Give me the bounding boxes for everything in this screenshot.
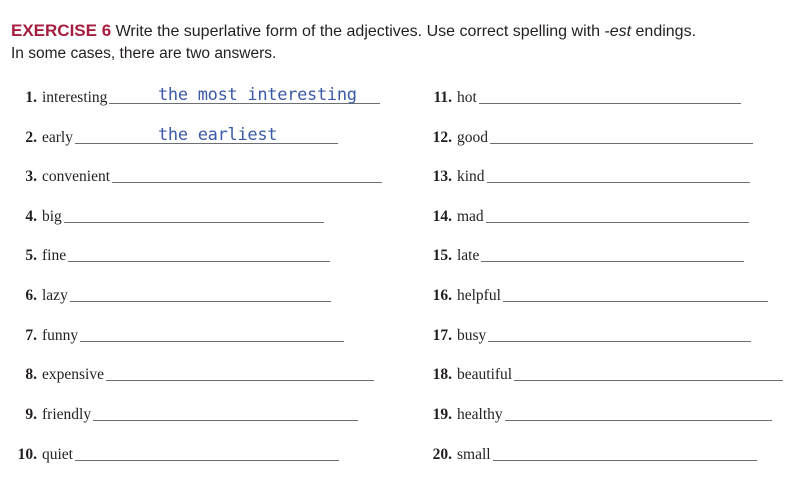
item-number: 2. [25, 129, 37, 146]
exercise-item: 17. busy [425, 323, 751, 345]
exercise-item: 16. helpful [425, 283, 768, 305]
handwritten-answer: the most interesting [158, 85, 357, 105]
item-adjective: convenient [42, 168, 111, 185]
exercise-items: 1. interesting the most interesting 2. early… [0, 0, 806, 482]
item-number: 7. [25, 327, 37, 344]
answer-blank[interactable] [68, 239, 330, 262]
exercise-item: 15. late [425, 243, 744, 265]
item-adjective: lazy [42, 287, 68, 304]
exercise-item: 7. funny [10, 323, 344, 345]
answer-blank[interactable]: the most interesting [109, 81, 380, 105]
item-adjective: big [42, 208, 62, 225]
exercise-item: 18. beautiful [425, 362, 783, 384]
exercise-item: 14. mad [425, 204, 749, 226]
answer-blank[interactable] [105, 358, 374, 381]
item-adjective: expensive [42, 366, 104, 383]
answer-blank[interactable] [488, 319, 751, 342]
exercise-item: 6. lazy [10, 283, 331, 305]
item-number: 6. [25, 287, 37, 304]
answer-blank[interactable] [502, 279, 768, 302]
exercise-item: 10. quiet [10, 442, 339, 464]
item-adjective: fine [42, 247, 67, 264]
item-number: 16. [432, 287, 452, 304]
item-adjective: healthy [457, 406, 503, 423]
answer-blank[interactable] [514, 358, 783, 381]
item-adjective: busy [457, 327, 487, 344]
item-adjective: mad [457, 208, 484, 225]
item-number: 15. [432, 247, 452, 264]
item-number: 13. [432, 168, 452, 185]
item-adjective: small [457, 446, 491, 463]
item-adjective: quiet [42, 446, 73, 463]
exercise-item: 19. healthy [425, 402, 772, 424]
item-adjective: beautiful [457, 366, 513, 383]
item-adjective: funny [42, 327, 79, 344]
item-number: 17. [432, 327, 452, 344]
exercise-item: 11. hot [425, 85, 741, 107]
answer-blank[interactable] [80, 319, 344, 342]
item-number: 4. [25, 208, 37, 225]
item-number: 10. [17, 446, 37, 463]
item-number: 3. [25, 168, 37, 185]
item-number: 8. [25, 366, 37, 383]
exercise-item: 2. early the earliest [10, 125, 338, 147]
item-adjective: hot [457, 89, 477, 106]
item-adjective: kind [457, 168, 485, 185]
answer-blank[interactable] [75, 438, 339, 461]
answer-blank[interactable] [504, 398, 772, 421]
exercise-item: 5. fine [10, 243, 330, 265]
exercise-item: 13. kind [425, 164, 750, 186]
item-adjective: interesting [42, 89, 108, 106]
item-number: 9. [25, 406, 37, 423]
item-number: 18. [432, 366, 452, 383]
item-number: 11. [433, 89, 452, 106]
item-adjective: good [457, 129, 488, 146]
exercise-item: 9. friendly [10, 402, 358, 424]
answer-blank[interactable] [492, 438, 757, 461]
item-number: 19. [432, 406, 452, 423]
exercise-item: 4. big [10, 204, 324, 226]
item-adjective: late [457, 247, 480, 264]
item-number: 12. [432, 129, 452, 146]
answer-blank[interactable]: the earliest [74, 121, 338, 145]
item-number: 1. [25, 89, 37, 106]
exercise-item: 1. interesting the most interesting [10, 85, 380, 107]
answer-blank[interactable] [490, 121, 753, 144]
answer-blank[interactable] [63, 200, 324, 223]
answer-blank[interactable] [486, 160, 750, 183]
item-number: 5. [25, 247, 37, 264]
item-number: 14. [432, 208, 452, 225]
item-adjective: friendly [42, 406, 92, 423]
item-number: 20. [432, 446, 452, 463]
answer-blank[interactable] [112, 160, 382, 183]
answer-blank[interactable] [478, 81, 741, 104]
exercise-item: 3. convenient [10, 164, 382, 186]
answer-blank[interactable] [93, 398, 358, 421]
answer-blank[interactable] [69, 279, 331, 302]
answer-blank[interactable] [481, 239, 744, 262]
exercise-item: 12. good [425, 125, 753, 147]
item-adjective: helpful [457, 287, 501, 304]
handwritten-answer: the earliest [158, 125, 278, 145]
exercise-item: 8. expensive [10, 362, 374, 384]
exercise-item: 20. small [425, 442, 757, 464]
item-adjective: early [42, 129, 73, 146]
answer-blank[interactable] [485, 200, 749, 223]
